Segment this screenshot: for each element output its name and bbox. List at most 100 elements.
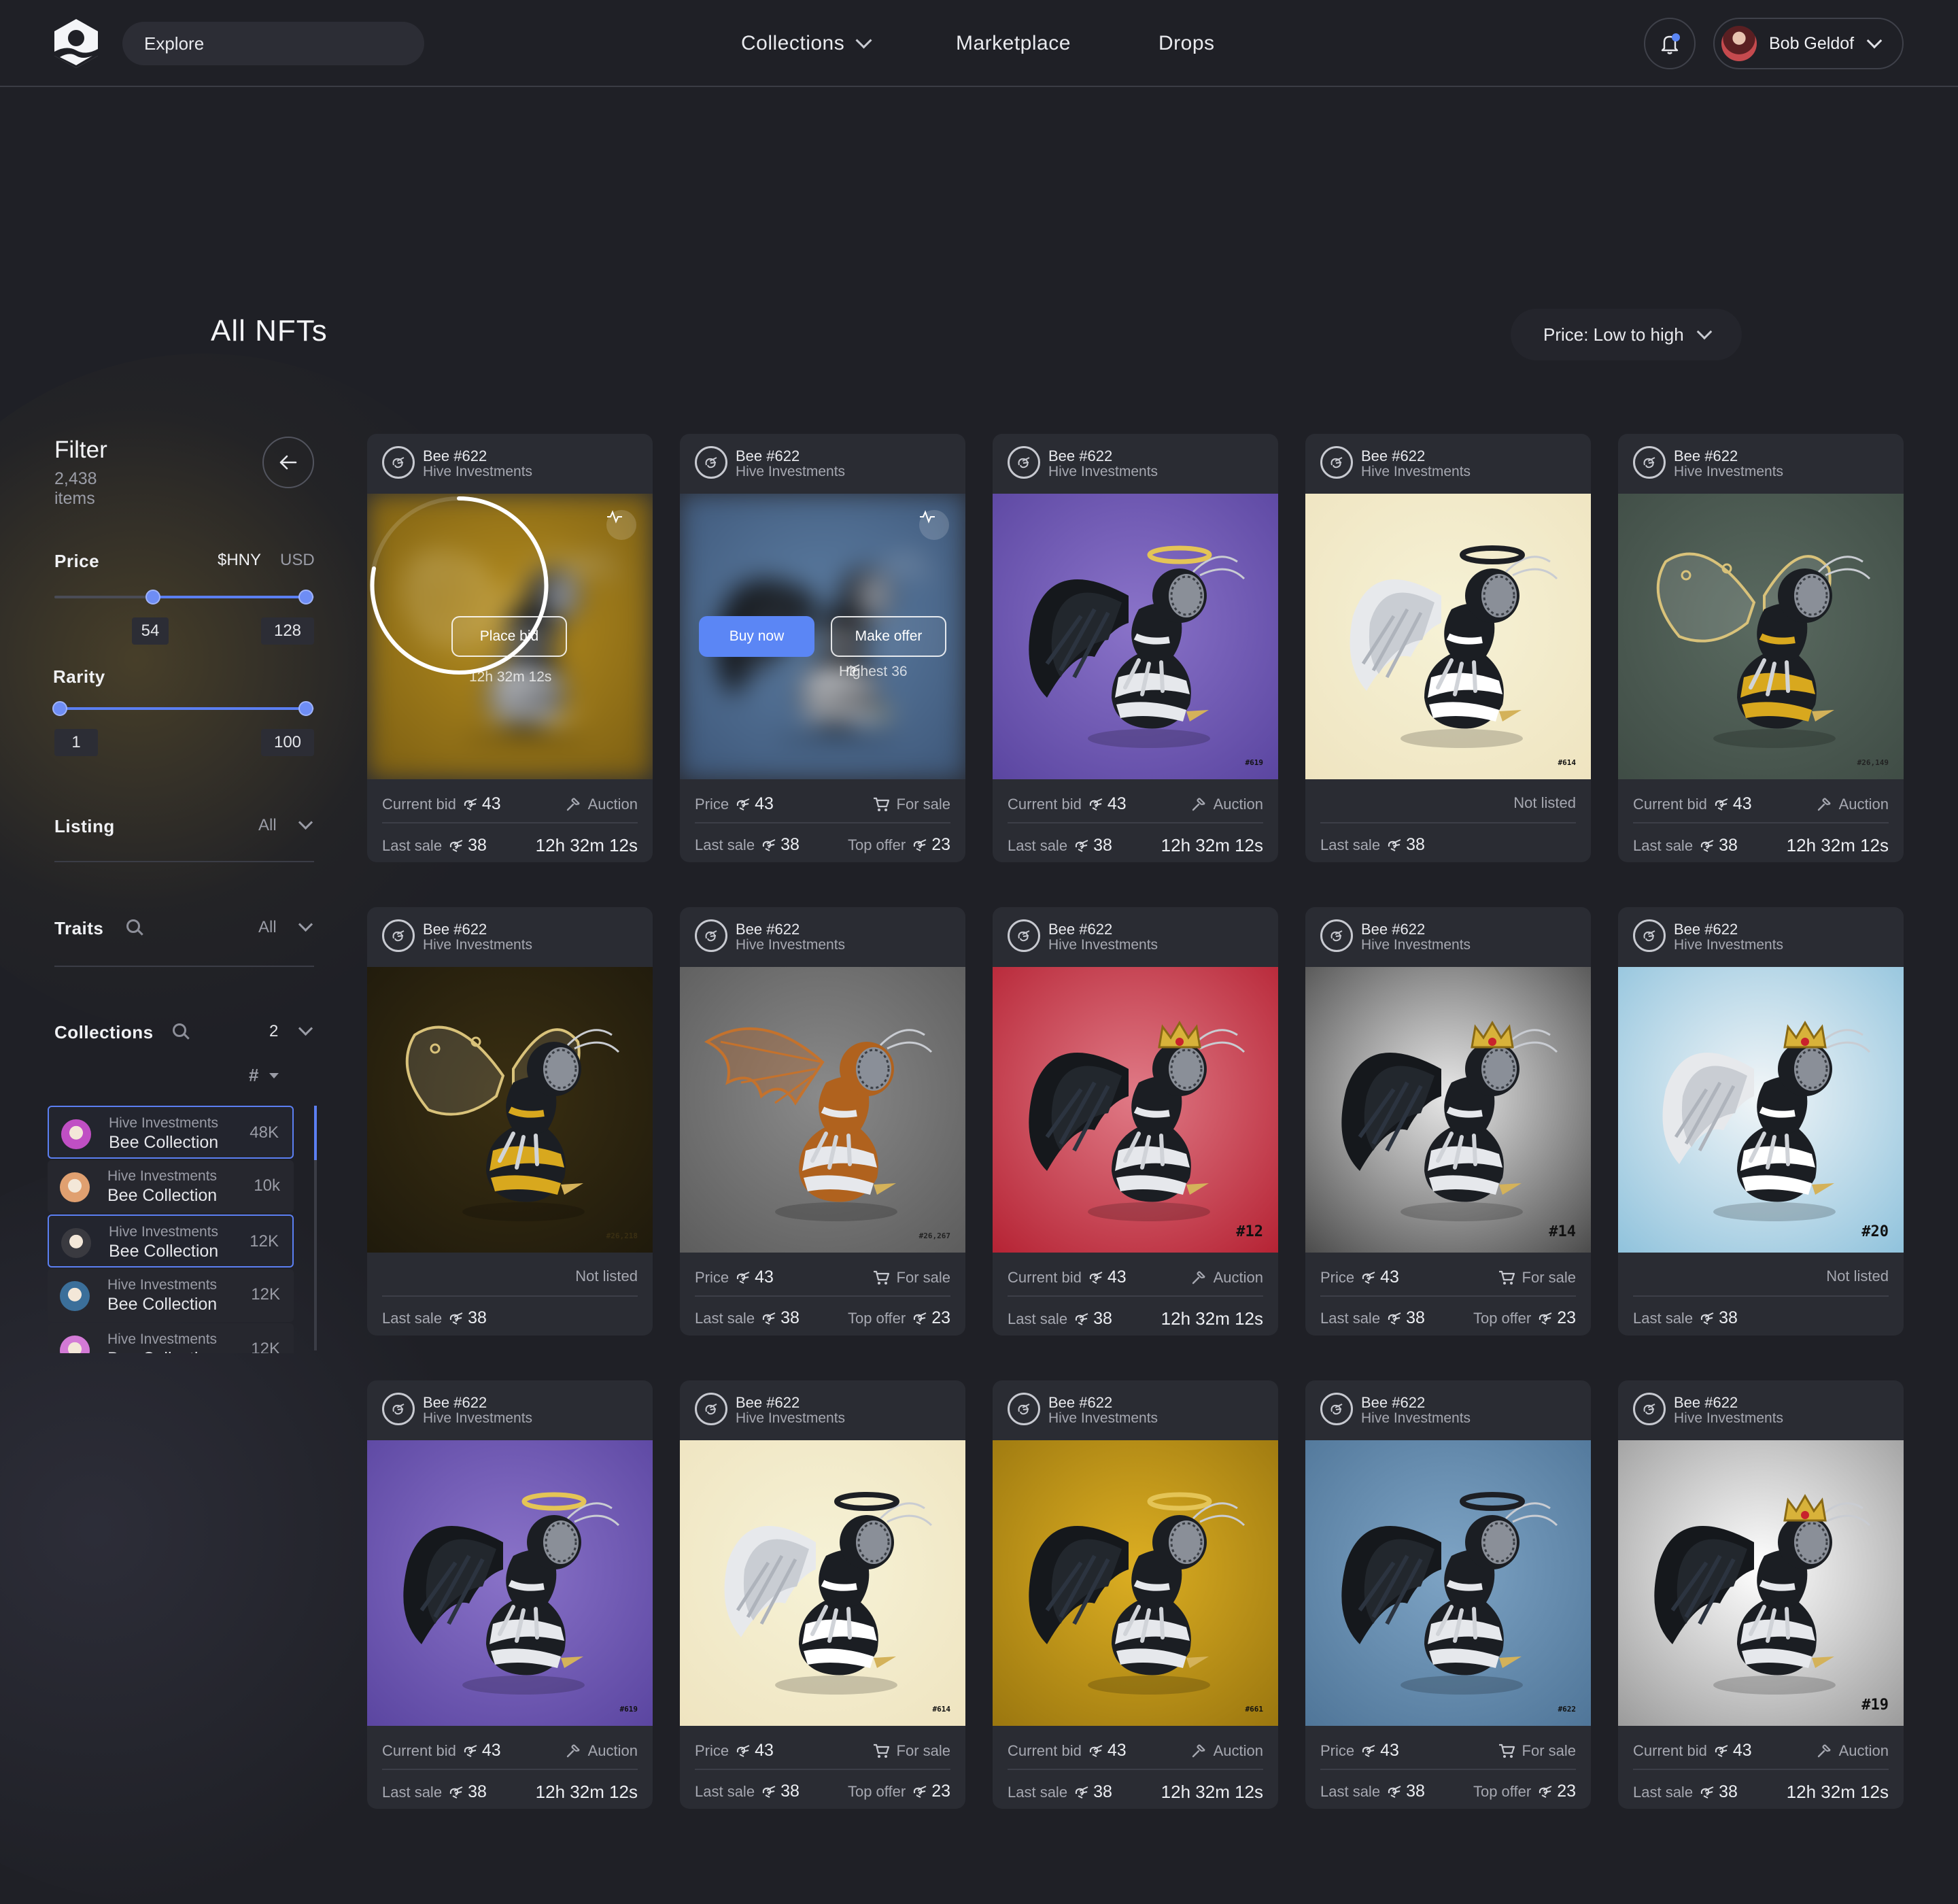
nft-name[interactable]: Bee #622 xyxy=(1048,1394,1112,1412)
nft-image[interactable]: #14 xyxy=(1305,967,1591,1253)
collapse-filter-button[interactable] xyxy=(262,437,314,488)
currency-usd-toggle[interactable]: USD xyxy=(280,551,315,570)
collection-item[interactable]: Hive Investments Bee Collection 12K xyxy=(48,1214,294,1268)
scrollbar-thumb[interactable] xyxy=(314,1106,317,1160)
nft-name[interactable]: Bee #622 xyxy=(423,447,487,465)
nft-card[interactable]: Bee #622 Hive Investments #619 Current bid 4… xyxy=(367,1380,653,1809)
collection-item[interactable]: Hive Investments Bee Collection 10k xyxy=(48,1160,294,1213)
nft-collection[interactable]: Hive Investments xyxy=(1048,464,1158,480)
rarity-min-value[interactable]: 1 xyxy=(54,729,98,756)
nft-name[interactable]: Bee #622 xyxy=(1361,921,1425,938)
cart-icon[interactable] xyxy=(872,796,890,813)
nft-collection[interactable]: Hive Investments xyxy=(423,464,532,480)
cart-icon[interactable] xyxy=(1498,1270,1515,1286)
user-menu[interactable]: Bob Geldof xyxy=(1713,18,1904,69)
app-logo-icon[interactable] xyxy=(53,18,99,69)
collections-list[interactable]: Hive Investments Bee Collection 48K Hive In… xyxy=(48,1106,317,1353)
nft-name[interactable]: Bee #622 xyxy=(1674,447,1738,465)
listing-filter-value[interactable]: All xyxy=(258,816,277,835)
nft-card[interactable]: Bee #622 Hive Investments #12 Current bid 43… xyxy=(993,907,1278,1336)
buy-now-button[interactable]: Buy now xyxy=(699,616,814,657)
nft-name[interactable]: Bee #622 xyxy=(1674,1394,1738,1412)
collection-item[interactable]: Hive Investments Bee Collection 12K xyxy=(48,1269,294,1322)
cart-icon[interactable] xyxy=(1498,1743,1515,1759)
listing-filter-label[interactable]: Listing xyxy=(54,816,115,837)
nft-image[interactable]: #19 xyxy=(1618,1440,1904,1726)
nft-name[interactable]: Bee #622 xyxy=(736,447,800,465)
chevron-down-icon[interactable] xyxy=(298,917,313,932)
sort-dropdown[interactable]: Price: Low to high xyxy=(1511,309,1742,360)
collection-item[interactable]: Hive Investments Bee Collection 12K xyxy=(48,1323,294,1353)
price-max-handle[interactable] xyxy=(298,590,313,605)
nft-collection[interactable]: Hive Investments xyxy=(1674,1410,1783,1427)
price-min-handle[interactable] xyxy=(145,590,160,605)
nft-collection[interactable]: Hive Investments xyxy=(1361,464,1471,480)
place-bid-button[interactable]: Place bid xyxy=(451,616,567,657)
traits-filter-value[interactable]: All xyxy=(258,918,277,937)
chevron-down-icon[interactable] xyxy=(298,1021,313,1036)
traits-filter-label[interactable]: Traits xyxy=(54,918,103,939)
notifications-button[interactable] xyxy=(1644,18,1696,69)
nft-name[interactable]: Bee #622 xyxy=(1361,1394,1425,1412)
nft-collection[interactable]: Hive Investments xyxy=(1361,1410,1471,1427)
collections-filter-label[interactable]: Collections xyxy=(54,1022,154,1043)
rarity-max-value[interactable]: 100 xyxy=(261,729,314,756)
search-input[interactable] xyxy=(122,22,424,65)
nft-card[interactable]: Bee #622 Hive Investments #619 Current bid 4… xyxy=(993,434,1278,862)
search-icon[interactable] xyxy=(173,1023,186,1037)
price-max-value[interactable]: 128 xyxy=(261,617,314,645)
cart-icon[interactable] xyxy=(872,1743,890,1759)
nft-image[interactable]: #26,218 xyxy=(367,967,653,1253)
nft-card[interactable]: Bee #622 Hive Investments Place bid 12h 32m… xyxy=(367,434,653,862)
nft-collection[interactable]: Hive Investments xyxy=(1048,1410,1158,1427)
activity-button[interactable] xyxy=(606,510,636,540)
nft-name[interactable]: Bee #622 xyxy=(423,1394,487,1412)
nav-drops[interactable]: Drops xyxy=(1158,27,1215,60)
nft-collection[interactable]: Hive Investments xyxy=(423,937,532,953)
cart-icon[interactable] xyxy=(872,1270,890,1286)
nft-name[interactable]: Bee #622 xyxy=(423,921,487,938)
nft-card[interactable]: Bee #622 Hive Investments #614 Not listed La… xyxy=(1305,434,1591,862)
nft-card[interactable]: Bee #622 Hive Investments #26,267 Price 43 Fo… xyxy=(680,907,965,1336)
nft-collection[interactable]: Hive Investments xyxy=(1674,464,1783,480)
nft-image[interactable]: #12 xyxy=(993,967,1278,1253)
nav-collections[interactable]: Collections xyxy=(741,27,872,60)
nft-name[interactable]: Bee #622 xyxy=(736,921,800,938)
nft-image[interactable]: #26,149 xyxy=(1618,494,1904,779)
collection-item[interactable]: Hive Investments Bee Collection 48K xyxy=(48,1106,294,1159)
rarity-max-handle[interactable] xyxy=(298,701,313,716)
rarity-min-handle[interactable] xyxy=(52,701,67,716)
nft-card[interactable]: Bee #622 Hive Investments #26,149 Current b… xyxy=(1618,434,1904,862)
nft-image[interactable]: #622 xyxy=(1305,1440,1591,1726)
nft-card[interactable]: Bee #622 Hive Investments #19 Current bid 43… xyxy=(1618,1380,1904,1809)
price-min-value[interactable]: 54 xyxy=(132,617,169,645)
nft-image[interactable]: #614 xyxy=(1305,494,1591,779)
nft-card[interactable]: Bee #622 Hive Investments Buy now Make offe… xyxy=(680,434,965,862)
nft-card[interactable]: Bee #622 Hive Investments #614 Price 43 For s… xyxy=(680,1380,965,1809)
nft-card[interactable]: Bee #622 Hive Investments #20 Not listed Las… xyxy=(1618,907,1904,1336)
nft-image[interactable]: Place bid 12h 32m 12s xyxy=(367,494,653,779)
nft-card[interactable]: Bee #622 Hive Investments #26,218 Not liste… xyxy=(367,907,653,1336)
nft-image[interactable]: #619 xyxy=(993,494,1278,779)
nft-card[interactable]: Bee #622 Hive Investments #661 Current bid 4… xyxy=(993,1380,1278,1809)
nft-name[interactable]: Bee #622 xyxy=(1361,447,1425,465)
nft-image[interactable]: #661 xyxy=(993,1440,1278,1726)
nft-card[interactable]: Bee #622 Hive Investments #14 Price 43 For sa… xyxy=(1305,907,1591,1336)
currency-hny-toggle[interactable]: $HNY xyxy=(218,551,261,570)
make-offer-button[interactable]: Make offer xyxy=(831,616,946,657)
sort-by-number[interactable]: # xyxy=(249,1065,258,1086)
nft-image[interactable]: Buy now Make offer Highest 36 xyxy=(680,494,965,779)
nft-name[interactable]: Bee #622 xyxy=(1674,921,1738,938)
nft-image[interactable]: #20 xyxy=(1618,967,1904,1253)
nft-image[interactable]: #614 xyxy=(680,1440,965,1726)
search-icon[interactable] xyxy=(126,919,140,933)
nft-image[interactable]: #26,267 xyxy=(680,967,965,1253)
nft-collection[interactable]: Hive Investments xyxy=(1674,937,1783,953)
activity-button[interactable] xyxy=(919,510,949,540)
chevron-down-icon[interactable] xyxy=(298,815,313,830)
nav-marketplace[interactable]: Marketplace xyxy=(956,27,1071,60)
nft-card[interactable]: Bee #622 Hive Investments #622 Price 43 For s… xyxy=(1305,1380,1591,1809)
nft-collection[interactable]: Hive Investments xyxy=(736,1410,845,1427)
nft-collection[interactable]: Hive Investments xyxy=(1361,937,1471,953)
nft-collection[interactable]: Hive Investments xyxy=(736,464,845,480)
